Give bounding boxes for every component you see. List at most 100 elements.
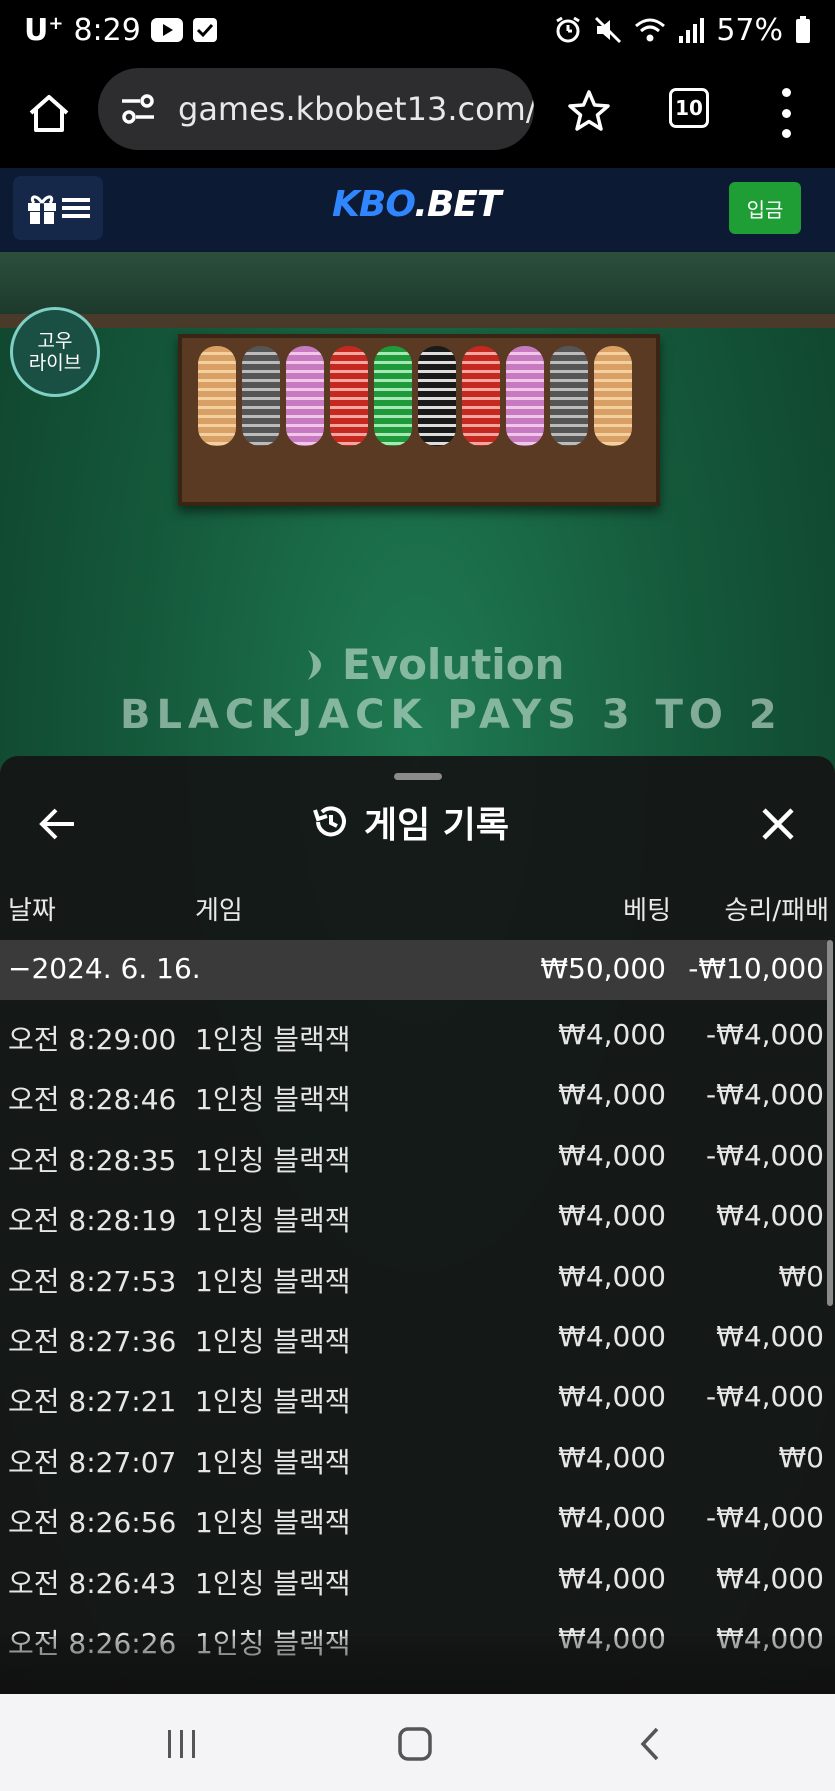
row-result: ₩4,000 [716,1199,824,1232]
summary-win-loss: -₩10,000 [688,952,824,985]
system-nav-bar [0,1694,835,1791]
sheet-title: 게임 기록 [310,796,509,848]
table-text: BLACKJACK PAYS 3 TO 2 [120,692,783,738]
battery-percent: 57% [716,12,783,48]
header-bet[interactable]: 베팅 [623,890,671,927]
provider-logo: Evolution [306,640,564,689]
scrollbar[interactable] [827,940,833,1306]
back-arrow-icon[interactable] [36,802,80,846]
summary-bet: ₩50,000 [540,952,666,985]
header-date[interactable]: 날짜 [8,890,56,927]
history-row[interactable]: 오전 8:26:56 1인칭 블랙잭 ₩4,000 -₩4,000 [0,1488,830,1548]
checkbox-notification-icon [192,18,217,42]
row-bet: ₩4,000 [558,1199,666,1232]
chip-tray [178,334,660,506]
site-settings-icon[interactable] [118,89,158,129]
row-result: ₩0 [778,1441,825,1474]
gift-icon [28,195,56,224]
evolution-logo-icon [308,649,321,680]
status-time: 8:29 [73,12,141,48]
row-time: 오전 8:27:21 [8,1385,177,1418]
alarm-icon [554,16,582,44]
row-time: 오전 8:27:07 [8,1446,177,1479]
history-row[interactable]: 오전 8:27:53 1인칭 블랙잭 ₩4,000 ₩0 [0,1247,830,1307]
sheet-drag-handle[interactable] [394,773,442,780]
row-game: 1인칭 블랙잭 [195,1023,351,1056]
row-bet: ₩4,000 [558,1139,666,1172]
history-row[interactable]: 오전 8:26:43 1인칭 블랙잭 ₩4,000 ₩4,000 [0,1549,830,1609]
url-text: games.kbobet13.com/La [178,90,534,128]
home-nav-icon[interactable] [393,1722,437,1766]
row-result: -₩4,000 [706,1380,824,1413]
row-game: 1인칭 블랙잭 [195,1567,351,1600]
gift-menu-button[interactable] [13,176,103,240]
row-time: 오전 8:27:53 [8,1265,177,1298]
row-game: 1인칭 블랙잭 [195,1446,351,1479]
recent-apps-icon[interactable] [160,1722,204,1766]
row-bet: ₩4,000 [558,1501,666,1534]
tab-switcher-button[interactable]: 10 [669,88,709,128]
hamburger-icon [62,198,90,218]
date-group-summary[interactable]: −2024. 6. 16. ₩50,000 -₩10,000 [0,940,830,1000]
browser-toolbar: games.kbobet13.com/La 10 [0,60,835,168]
row-game: 1인칭 블랙잭 [195,1265,351,1298]
row-result: -₩4,000 [706,1139,824,1172]
row-result: -₩4,000 [706,1018,824,1051]
history-icon [313,806,346,837]
row-game: 1인칭 블랙잭 [195,1204,351,1237]
bookmark-star-icon[interactable] [566,88,612,134]
signal-icon [678,16,705,44]
row-game: 1인칭 블랙잭 [195,1385,351,1418]
row-bet: ₩4,000 [558,1562,666,1595]
site-header: KBO.BET 입금 [0,168,835,252]
youtube-icon [150,18,183,42]
row-bet: ₩4,000 [558,1260,666,1293]
status-bar: U+ 8:29 57% [0,0,835,60]
row-time: 오전 8:28:46 [8,1083,177,1116]
history-row[interactable]: 오전 8:28:46 1인칭 블랙잭 ₩4,000 -₩4,000 [0,1065,830,1125]
home-icon[interactable] [22,86,76,140]
row-time: 오전 8:26:43 [8,1567,177,1600]
row-game: 1인칭 블랙잭 [195,1083,351,1116]
row-game: 1인칭 블랙잭 [195,1325,351,1358]
back-nav-icon[interactable] [628,1722,672,1766]
row-game: 1인칭 블랙잭 [195,1144,351,1177]
summary-date: −2024. 6. 16. [8,952,201,985]
row-time: 오전 8:27:36 [8,1325,177,1358]
row-time: 오전 8:29:00 [8,1023,177,1056]
site-logo[interactable]: KBO.BET [332,184,501,225]
row-result: -₩4,000 [706,1078,824,1111]
table-header: 날짜 게임 베팅 승리/패배 [0,886,835,930]
row-result: ₩4,000 [716,1320,824,1353]
history-row[interactable]: 오전 8:28:35 1인칭 블랙잭 ₩4,000 -₩4,000 [0,1126,830,1186]
row-time: 오전 8:28:19 [8,1204,177,1237]
header-win-loss[interactable]: 승리/패배 [725,890,829,927]
row-time: 오전 8:28:35 [8,1144,177,1177]
row-result: ₩4,000 [716,1562,824,1595]
game-history-sheet: 게임 기록 날짜 게임 베팅 승리/패배 −2024. 6. 16. ₩50,0… [0,756,835,1694]
row-bet: ₩4,000 [558,1018,666,1051]
close-icon[interactable] [756,802,800,846]
row-time: 오전 8:26:56 [8,1506,177,1539]
row-result: ₩0 [778,1260,825,1293]
wifi-icon [634,16,666,44]
row-bet: ₩4,000 [558,1078,666,1111]
deposit-button[interactable]: 입금 [729,182,801,234]
row-game: 1인칭 블랙잭 [195,1506,351,1539]
history-row[interactable]: 오전 8:28:19 1인칭 블랙잭 ₩4,000 ₩4,000 [0,1186,830,1246]
carrier-label: U+ [24,12,64,48]
row-bet: ₩4,000 [558,1380,666,1413]
row-bet: ₩4,000 [558,1441,666,1474]
row-result: -₩4,000 [706,1501,824,1534]
live-badge[interactable]: 고우 라이브 [10,307,100,397]
row-bet: ₩4,000 [558,1320,666,1353]
url-bar[interactable]: games.kbobet13.com/La [98,68,534,150]
history-row[interactable]: 오전 8:27:07 1인칭 블랙잭 ₩4,000 ₩0 [0,1428,830,1488]
history-row[interactable]: 오전 8:27:36 1인칭 블랙잭 ₩4,000 ₩4,000 [0,1307,830,1367]
mute-icon [594,16,622,44]
more-menu-icon[interactable] [774,88,798,138]
history-row[interactable]: 오전 8:27:21 1인칭 블랙잭 ₩4,000 -₩4,000 [0,1367,830,1427]
battery-icon [795,16,811,44]
header-game[interactable]: 게임 [195,890,243,927]
history-row[interactable]: 오전 8:29:00 1인칭 블랙잭 ₩4,000 -₩4,000 [0,1005,830,1065]
